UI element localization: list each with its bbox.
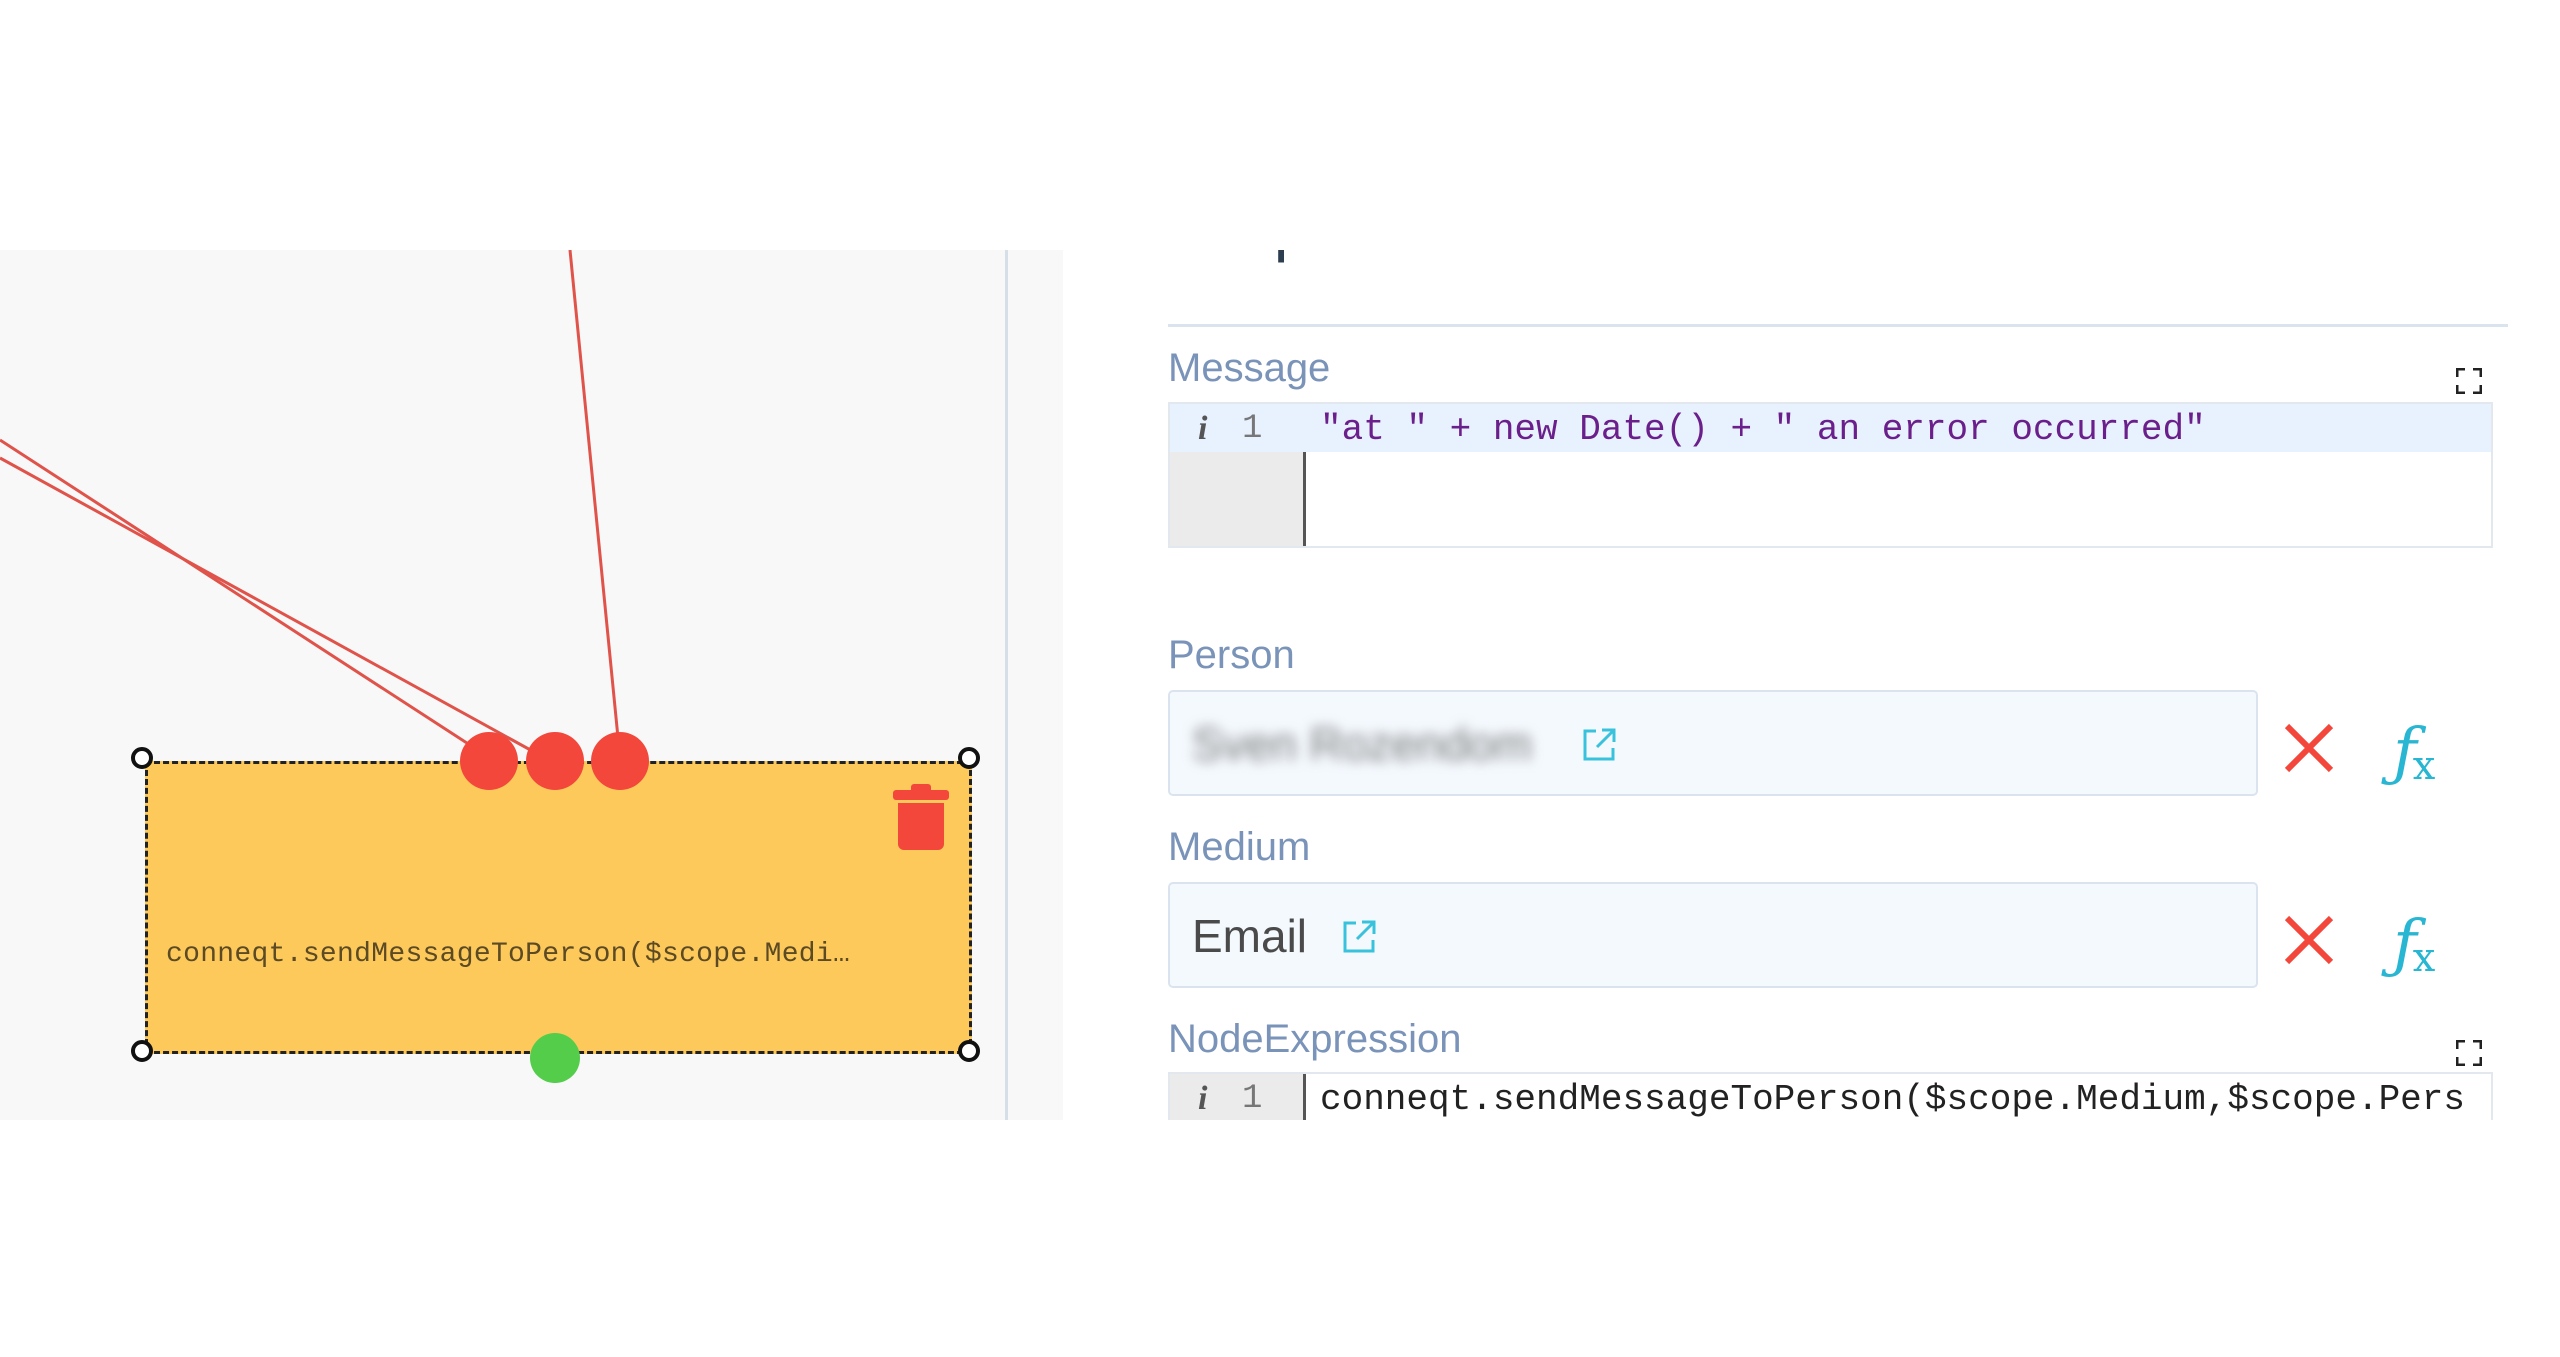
medium-label: Medium xyxy=(1168,825,1311,869)
function-node[interactable]: conneqt.sendMessageToPerson($scope.Medi… xyxy=(145,761,972,1054)
person-label: Person xyxy=(1168,633,1295,677)
medium-value: Email xyxy=(1192,910,1308,962)
properties-panel: Properties Message i 1 "at " + new Date(… xyxy=(1063,250,2560,1120)
output-port[interactable] xyxy=(530,1033,580,1083)
clear-person-button[interactable] xyxy=(2281,720,2337,776)
resize-handle-top-right[interactable] xyxy=(958,747,980,769)
input-port-2[interactable] xyxy=(526,732,584,790)
fx-icon[interactable]: ƒx xyxy=(2393,720,2435,786)
message-code[interactable]: "at " + new Date() + " an error occurred… xyxy=(1320,409,2206,450)
line-number: 1 xyxy=(1242,1080,1263,1118)
input-port-1[interactable] xyxy=(460,732,518,790)
person-field[interactable]: Sven Rozendom xyxy=(1168,690,2258,796)
message-code-editor[interactable]: i 1 "at " + new Date() + " an error occu… xyxy=(1168,402,2493,548)
screenshot-region: conneqt.sendMessageToPerson($scope.Medi…… xyxy=(0,250,2560,1120)
expand-icon[interactable] xyxy=(2455,367,2483,395)
node-expression-label: NodeExpression xyxy=(1168,1017,1462,1061)
panel-title: Properties xyxy=(1168,250,1479,264)
wire-2 xyxy=(0,456,546,760)
medium-field[interactable]: Email xyxy=(1168,882,2258,988)
resize-handle-bottom-left[interactable] xyxy=(131,1040,153,1062)
close-icon xyxy=(2284,723,2334,773)
node-expression-code[interactable]: conneqt.sendMessageToPerson($scope.Mediu… xyxy=(1320,1079,2465,1120)
person-value: Sven Rozendom xyxy=(1192,718,1533,770)
node-expression-code-editor[interactable]: i 1 conneqt.sendMessageToPerson($scope.M… xyxy=(1168,1072,2493,1120)
line-number: 1 xyxy=(1242,410,1263,448)
message-label: Message xyxy=(1168,346,1331,390)
wire-3 xyxy=(568,250,622,759)
flow-canvas[interactable]: conneqt.sendMessageToPerson($scope.Medi… xyxy=(0,250,1005,1120)
info-icon: i xyxy=(1198,410,1208,447)
trash-icon[interactable] xyxy=(893,784,949,850)
info-icon: i xyxy=(1198,1080,1208,1117)
close-icon xyxy=(2284,915,2334,965)
wire-1 xyxy=(0,438,491,760)
editor-gutter xyxy=(1170,1074,1306,1120)
external-link-icon[interactable] xyxy=(1580,726,1618,764)
title-divider xyxy=(1168,324,2508,327)
panel-gutter xyxy=(1008,250,1063,1120)
resize-handle-top-left[interactable] xyxy=(131,747,153,769)
resize-handle-bottom-right[interactable] xyxy=(958,1040,980,1062)
clear-medium-button[interactable] xyxy=(2281,912,2337,968)
node-label: conneqt.sendMessageToPerson($scope.Medi… xyxy=(166,939,851,970)
fx-icon[interactable]: ƒx xyxy=(2393,912,2435,978)
external-link-icon[interactable] xyxy=(1340,918,1378,956)
input-port-3[interactable] xyxy=(591,732,649,790)
expand-icon[interactable] xyxy=(2455,1039,2483,1067)
